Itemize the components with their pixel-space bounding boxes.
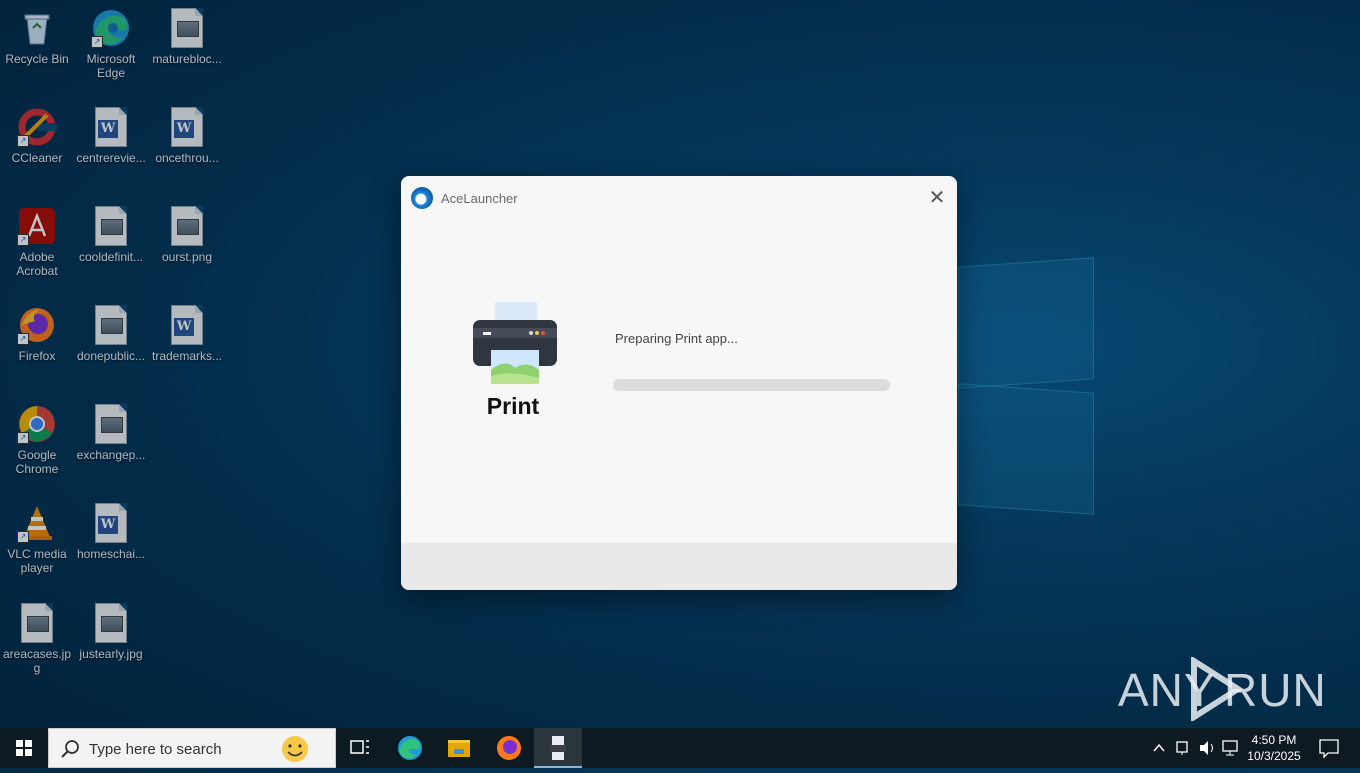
taskbar-print-app[interactable] xyxy=(534,728,582,768)
acelauncher-dialog: AceLauncher ✕ Print Preparing Print app.… xyxy=(401,176,957,590)
close-button[interactable]: ✕ xyxy=(925,186,949,210)
search-placeholder: Type here to search xyxy=(89,741,222,758)
meet-now-icon[interactable] xyxy=(1174,728,1192,768)
file-explorer-icon xyxy=(448,740,470,757)
progress-bar xyxy=(613,379,890,391)
dialog-title: AceLauncher xyxy=(441,191,518,206)
firefox-icon xyxy=(497,736,521,760)
taskbar-search-box[interactable]: Type here to search xyxy=(48,728,336,768)
dialog-footer xyxy=(401,543,957,590)
search-icon xyxy=(61,740,79,758)
printer-app-icon xyxy=(550,736,566,760)
edge-icon xyxy=(398,736,422,760)
notifications-icon[interactable] xyxy=(1314,728,1344,768)
windows-logo-icon xyxy=(16,740,32,756)
task-view-button[interactable] xyxy=(336,728,384,768)
taskbar: Type here to search 4:50 PM 10/3/2025 xyxy=(0,728,1360,768)
dialog-titlebar[interactable]: AceLauncher ✕ xyxy=(401,176,957,220)
watermark-text-right: RUN xyxy=(1224,664,1327,716)
app-name-label: Print xyxy=(486,393,540,419)
start-button[interactable] xyxy=(0,728,48,768)
show-hidden-icons-chevron-icon[interactable] xyxy=(1151,728,1167,768)
sun-emoji-icon xyxy=(282,736,308,762)
taskbar-clock[interactable]: 4:50 PM 10/3/2025 xyxy=(1236,732,1312,764)
anyrun-watermark: ANY RUN xyxy=(1118,657,1326,721)
clock-time: 4:50 PM xyxy=(1251,733,1297,747)
taskbar-file-explorer[interactable] xyxy=(435,728,483,768)
taskbar-firefox[interactable] xyxy=(485,728,533,768)
task-view-icon xyxy=(350,740,369,754)
close-icon: ✕ xyxy=(928,185,946,209)
clock-date: 10/3/2025 xyxy=(1247,749,1301,763)
status-text: Preparing Print app... xyxy=(615,331,738,346)
taskbar-edge[interactable] xyxy=(386,728,434,768)
printer-icon xyxy=(471,300,559,390)
volume-icon[interactable] xyxy=(1197,728,1217,768)
acelauncher-logo-icon xyxy=(411,187,433,209)
